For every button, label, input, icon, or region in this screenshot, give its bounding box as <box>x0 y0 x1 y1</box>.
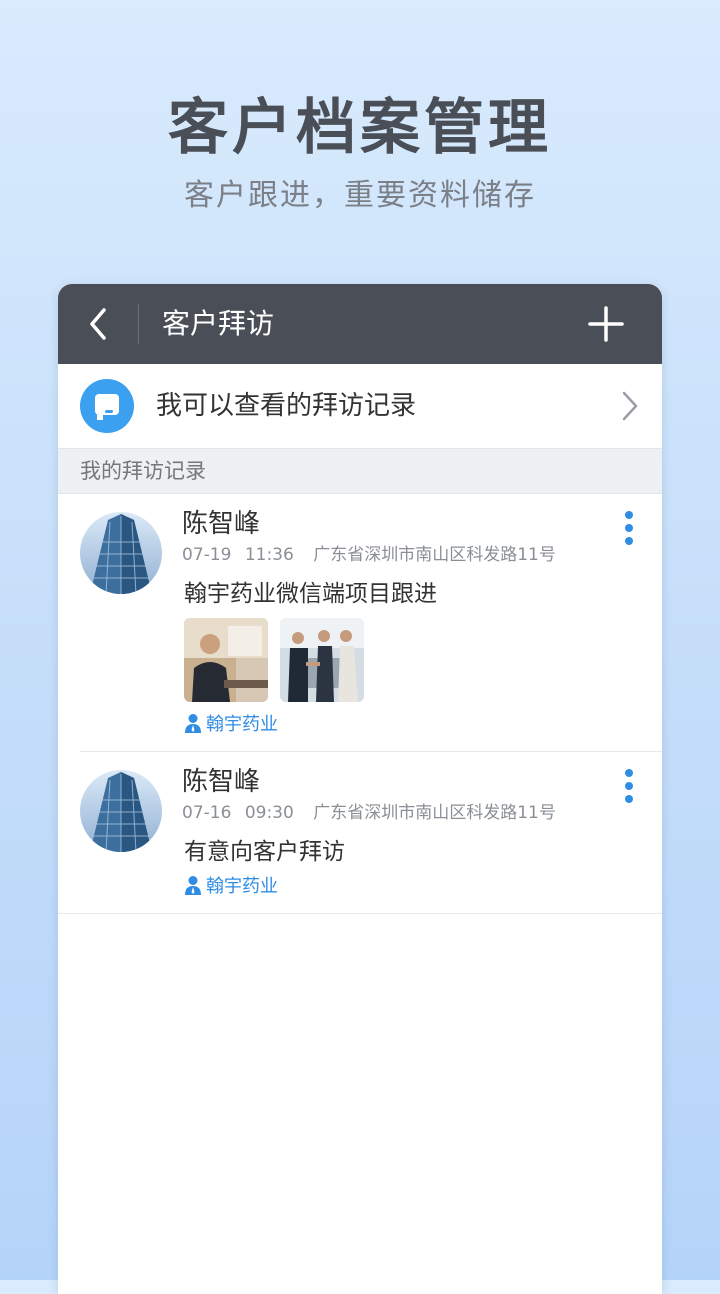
page-title: 客户拜访 <box>162 307 275 340</box>
photo-thumbnail-handshake[interactable] <box>280 618 364 702</box>
topbar-divider <box>138 304 139 344</box>
section-header: 我的拜访记录 <box>58 448 662 494</box>
company-link[interactable]: 翰宇药业 <box>184 874 278 900</box>
visit-record[interactable]: 陈智峰 07-19 11:36 广东省深圳市南山区科发路11号 翰宇药业微信端项… <box>58 494 662 750</box>
more-vertical-icon <box>616 769 642 803</box>
back-button[interactable] <box>80 304 120 344</box>
person-icon <box>185 876 201 895</box>
company-name: 翰宇药业 <box>206 714 278 735</box>
person-icon <box>185 714 201 733</box>
add-visit-button[interactable] <box>586 304 626 344</box>
visit-record[interactable]: 陈智峰 07-16 09:30 广东省深圳市南山区科发路11号 有意向客户拜访 … <box>58 752 662 912</box>
view-records-label: 我可以查看的拜访记录 <box>156 391 417 421</box>
photo-thumbnail-meeting[interactable] <box>184 618 268 702</box>
company-name: 翰宇药业 <box>206 876 278 897</box>
hero-title: 客户档案管理 <box>168 93 552 163</box>
company-link[interactable]: 翰宇药业 <box>184 712 278 738</box>
phone-frame: 客户拜访 我可以查看的拜访记录 我的拜访记录 陈智峰 07-19 11:36 广… <box>58 284 662 1294</box>
list-end-divider <box>58 913 662 914</box>
chat-bubble-icon <box>80 379 134 433</box>
visit-content: 有意向客户拜访 <box>184 839 345 865</box>
visit-meta: 07-19 11:36 广东省深圳市南山区科发路11号 <box>182 542 556 568</box>
plus-icon <box>588 306 624 342</box>
visitor-name: 陈智峰 <box>182 509 261 539</box>
visitor-name: 陈智峰 <box>182 767 261 797</box>
hero-subtitle: 客户跟进，重要资料储存 <box>184 178 536 213</box>
visit-time: 09:30 <box>244 803 294 823</box>
top-bar: 客户拜访 <box>58 284 662 364</box>
visit-content: 翰宇药业微信端项目跟进 <box>184 581 437 607</box>
section-header-label: 我的拜访记录 <box>80 459 206 483</box>
visit-date: 07-16 <box>182 803 232 823</box>
visit-date: 07-19 <box>182 545 232 565</box>
avatar[interactable] <box>80 770 162 852</box>
more-options-button[interactable] <box>616 766 642 806</box>
avatar[interactable] <box>80 512 162 594</box>
visit-time: 11:36 <box>244 545 294 565</box>
visit-meta: 07-16 09:30 广东省深圳市南山区科发路11号 <box>182 800 556 826</box>
more-options-button[interactable] <box>616 508 642 548</box>
chevron-right-icon <box>622 391 638 421</box>
chevron-left-icon <box>90 308 106 340</box>
view-records-row[interactable]: 我可以查看的拜访记录 <box>58 364 662 448</box>
visit-address: 广东省深圳市南山区科发路11号 <box>313 545 556 565</box>
more-vertical-icon <box>616 511 642 545</box>
visit-address: 广东省深圳市南山区科发路11号 <box>313 803 556 823</box>
